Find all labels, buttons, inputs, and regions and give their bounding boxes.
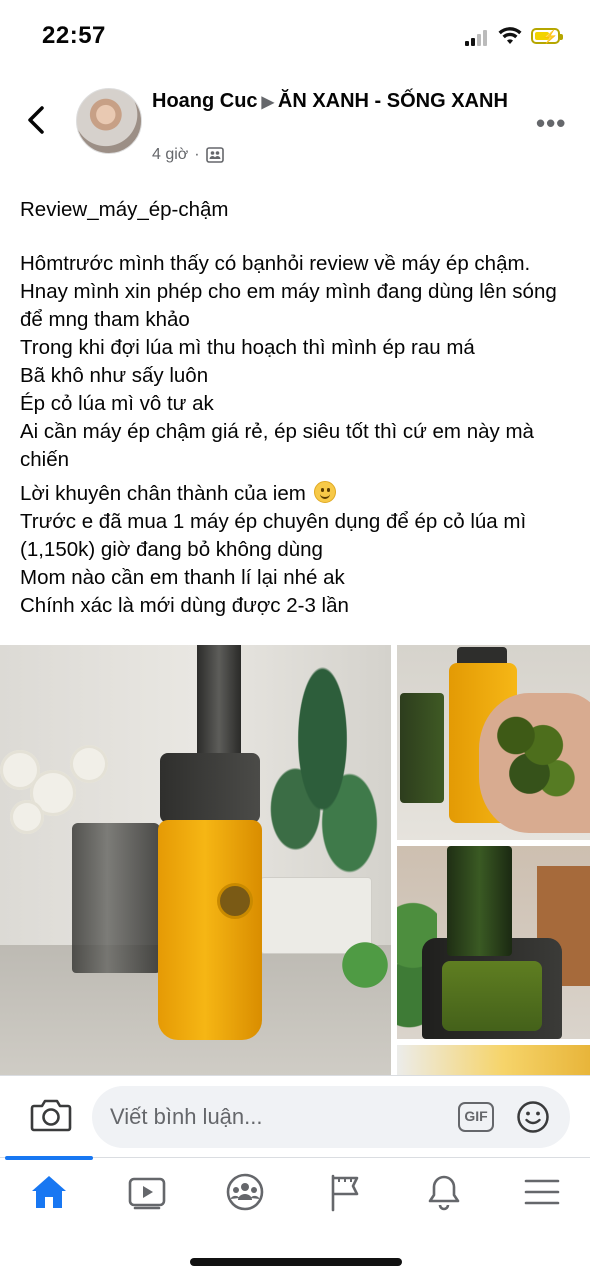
- post-line: Hômtrước mình thấy có bạnhỏi review về m…: [20, 252, 557, 331]
- notifications-bell-icon[interactable]: [424, 1172, 464, 1212]
- post-time[interactable]: 4 giờ: [152, 146, 188, 164]
- author-name[interactable]: Hoang Cuc: [152, 90, 258, 112]
- back-arrow-icon[interactable]: [22, 102, 52, 138]
- groups-icon[interactable]: [225, 1172, 265, 1212]
- avatar[interactable]: [76, 88, 142, 154]
- status-bar: 22:57 ⚡: [0, 0, 590, 70]
- post-line: Review_máy_ép-chậm: [20, 198, 229, 221]
- photo-juicer-main[interactable]: [0, 645, 391, 1075]
- photo-grid: [0, 645, 590, 1075]
- video-icon[interactable]: [127, 1172, 167, 1212]
- post-line: Mom nào cần em thanh lí lại nhé ak: [20, 566, 345, 589]
- post-text: Review_máy_ép-chậm Hômtrước mình thấy có…: [20, 196, 575, 620]
- comment-placeholder: Viết bình luận...: [110, 1104, 263, 1129]
- post-line: Trong khi đợi lúa mì thu hoạch thì mình …: [20, 336, 475, 359]
- photo-juicing-greens[interactable]: [397, 846, 590, 1039]
- emoji-icon[interactable]: [516, 1100, 550, 1134]
- photo-more[interactable]: [397, 1045, 590, 1075]
- wifi-icon: [498, 27, 522, 44]
- bottom-nav: [0, 1156, 590, 1238]
- post-line: Ép cỏ lúa mì vô tư ak: [20, 392, 214, 415]
- post-header: Hoang Cuc ▶ ĂN XANH - SỐNG XANH 4 giờ · ••…: [0, 80, 590, 180]
- gif-button[interactable]: GIF: [458, 1102, 494, 1132]
- status-time: 22:57: [42, 22, 106, 49]
- post-line: Chính xác là mới dùng được 2-3 lần: [20, 594, 349, 617]
- home-indicator[interactable]: [190, 1258, 402, 1266]
- post-meta: 4 giờ ·: [152, 146, 224, 164]
- group-audience-icon: [205, 147, 224, 163]
- post-line-with-emoji: Lời khuyên chân thành của iem: [20, 480, 575, 508]
- comment-bar: Viết bình luận... GIF: [0, 1075, 590, 1158]
- group-name[interactable]: ĂN XANH - SỐNG XANH: [278, 90, 508, 112]
- post-line: Ai cần máy ép chậm giá rẻ, ép siêu tốt t…: [20, 420, 534, 471]
- camera-icon[interactable]: [30, 1097, 72, 1133]
- post-line: Bã khô như sấy luôn: [20, 364, 209, 387]
- photo-pulp-in-hand[interactable]: [397, 645, 590, 840]
- more-options-icon[interactable]: •••: [536, 108, 566, 139]
- post-line: Trước e đã mua 1 máy ép chuyên dụng để é…: [20, 510, 527, 561]
- post-line: Lời khuyên chân thành của iem: [20, 482, 306, 505]
- active-tab-indicator: [5, 1156, 93, 1160]
- meta-separator: ·: [194, 146, 200, 163]
- menu-icon[interactable]: [522, 1172, 562, 1212]
- battery-icon: ⚡: [531, 28, 563, 44]
- comment-input[interactable]: Viết bình luận... GIF: [92, 1086, 570, 1148]
- smiley-emoji-icon: [313, 481, 336, 503]
- post-author-line: Hoang Cuc ▶ ĂN XANH - SỐNG XANH: [152, 88, 512, 116]
- pages-flag-icon[interactable]: [325, 1172, 365, 1212]
- shared-to-arrow-icon: ▶: [261, 94, 274, 111]
- cellular-signal-icon: [465, 30, 491, 46]
- home-icon[interactable]: [29, 1172, 69, 1212]
